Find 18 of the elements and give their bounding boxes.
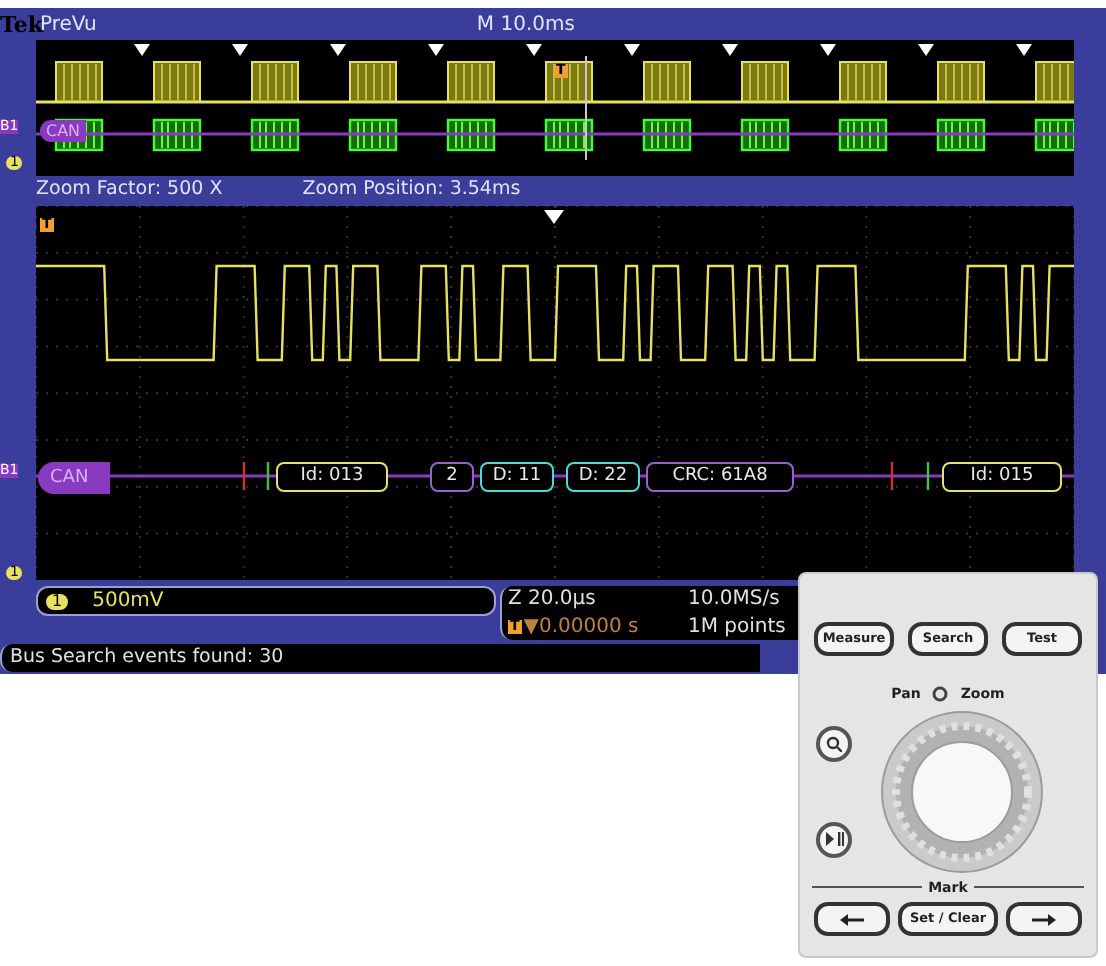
scale-value: 500mV (92, 588, 164, 616)
decoded-packet: D: 11 (480, 462, 554, 492)
trigger-offset: ▼0.00000 s (523, 613, 639, 640)
decoded-packet: D: 22 (566, 462, 640, 492)
zoom-factor-label: Zoom Factor: 500 X (36, 176, 223, 205)
zoom-position-label: Zoom Position: 3.54ms (302, 176, 521, 205)
bus-label: CAN (40, 120, 87, 142)
decoded-packet: Id: 015 (942, 462, 1062, 492)
channel-badge: 1 (46, 593, 69, 609)
decoded-packet: CRC: 61A8 (646, 462, 794, 492)
decoded-packet: 2 (430, 462, 474, 492)
zoom-scale: Z 20.0µs (508, 586, 598, 613)
decoded-packet: Id: 013 (276, 462, 388, 492)
bus-label: CAN (38, 462, 111, 494)
record-length: 1M points (688, 613, 788, 640)
sample-rate: 10.0MS/s (688, 586, 782, 613)
message-bar: Bus Search events found: 30 (0, 644, 760, 672)
timebase-label: M 10.0ms (476, 11, 575, 39)
